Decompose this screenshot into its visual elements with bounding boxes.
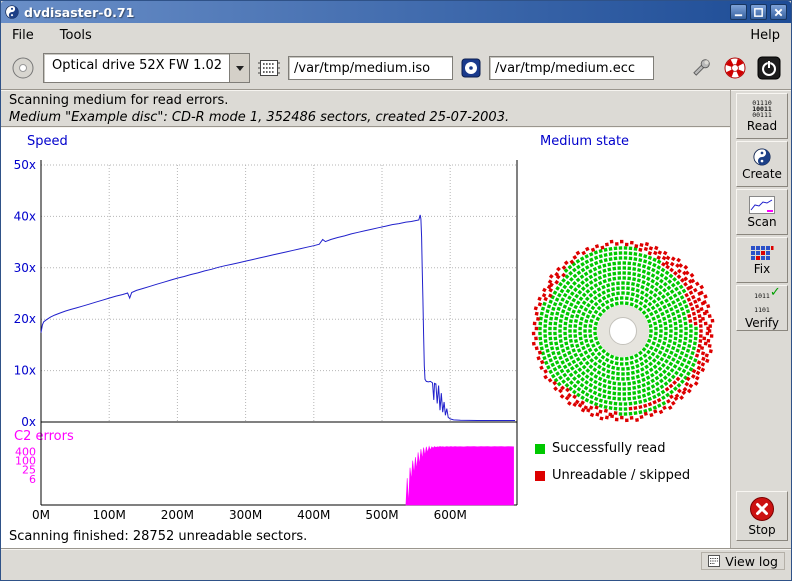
- maximize-icon: [753, 7, 764, 18]
- bottombar-separator: [1, 548, 792, 550]
- legend-swatch-read: [535, 444, 545, 454]
- menubar: File Tools Help: [1, 23, 791, 47]
- ecc-file-icon: [461, 58, 481, 78]
- close-icon: [773, 7, 784, 18]
- check-icon: ✓: [770, 285, 781, 300]
- log-icon: [708, 555, 720, 567]
- svg-text:100M: 100M: [93, 508, 126, 522]
- drive-eject-button[interactable]: [11, 56, 35, 80]
- legend-swatch-unreadable: [535, 471, 545, 481]
- legend-label-unreadable: Unreadable / skipped: [552, 468, 690, 483]
- scan-icon: [749, 196, 775, 214]
- fix-icon: [750, 245, 774, 261]
- menu-help[interactable]: Help: [747, 26, 783, 45]
- lifesaver-icon: [723, 56, 747, 80]
- svg-text:6: 6: [29, 473, 36, 486]
- app-window: dvdisaster-0.71 File Tools Help Opt: [0, 0, 792, 581]
- view-log-button[interactable]: View log: [701, 552, 785, 570]
- minimize-button[interactable]: [730, 4, 747, 20]
- window-title: dvdisaster-0.71: [24, 5, 134, 20]
- status-line-2: Medium "Example disc": CD-R mode 1, 3524…: [9, 110, 509, 125]
- scan-button-label: Scan: [747, 215, 776, 229]
- titlebar[interactable]: dvdisaster-0.71: [1, 1, 791, 23]
- svg-text:600M: 600M: [434, 508, 467, 522]
- svg-text:400M: 400M: [297, 508, 330, 522]
- legend-row-unreadable: Unreadable / skipped: [535, 468, 690, 483]
- power-icon: [757, 56, 781, 80]
- legend-row-read: Successfully read: [535, 441, 690, 456]
- drive-select[interactable]: Optical drive 52X FW 1.02: [43, 53, 250, 83]
- fix-button-label: Fix: [754, 262, 770, 276]
- iso-path-input[interactable]: [288, 56, 453, 80]
- help-button[interactable]: [723, 56, 747, 80]
- chevron-down-icon: [236, 66, 244, 71]
- ecc-path-input[interactable]: [489, 56, 654, 80]
- sidebar-separator: [730, 90, 731, 548]
- scan-result-text: Scanning finished: 28752 unreadable sect…: [9, 529, 307, 544]
- menu-file[interactable]: File: [9, 26, 37, 45]
- minimize-icon: [733, 7, 744, 18]
- svg-text:10x: 10x: [14, 364, 36, 378]
- toolbar-separator: [1, 89, 792, 91]
- toolbar: Optical drive 52X FW 1.02: [1, 47, 791, 89]
- svg-text:500M: 500M: [365, 508, 398, 522]
- maximize-button[interactable]: [750, 4, 767, 20]
- menu-tools[interactable]: Tools: [57, 26, 95, 45]
- create-button-label: Create: [742, 167, 782, 181]
- quit-button[interactable]: [757, 56, 781, 80]
- view-log-label: View log: [725, 554, 778, 569]
- drive-select-value: Optical drive 52X FW 1.02: [44, 54, 229, 82]
- close-button[interactable]: [770, 4, 787, 20]
- read-icon: 01110 10011 00111: [752, 100, 772, 118]
- svg-text:0x: 0x: [21, 415, 36, 429]
- wrench-icon: [689, 56, 713, 80]
- svg-text:300M: 300M: [229, 508, 262, 522]
- svg-text:200M: 200M: [161, 508, 194, 522]
- preferences-button[interactable]: [689, 56, 713, 80]
- verify-button-label: Verify: [745, 316, 779, 330]
- read-button[interactable]: 01110 10011 00111 Read: [736, 93, 788, 139]
- create-button[interactable]: Create: [736, 141, 788, 187]
- drive-select-dropdown[interactable]: [229, 54, 249, 82]
- svg-text:40x: 40x: [14, 209, 36, 223]
- app-icon: [5, 5, 19, 19]
- svg-text:20x: 20x: [14, 312, 36, 326]
- iso-file-icon: [258, 59, 280, 77]
- medium-state-legend: Successfully read Unreadable / skipped: [535, 441, 690, 495]
- read-button-label: Read: [747, 119, 777, 133]
- scan-button[interactable]: Scan: [736, 189, 788, 235]
- svg-text:0M: 0M: [32, 508, 50, 522]
- verify-icon: 1011 1101 ✓: [754, 287, 770, 315]
- svg-text:50x: 50x: [14, 158, 36, 172]
- create-icon: [753, 148, 771, 166]
- fix-button[interactable]: Fix: [736, 237, 788, 283]
- medium-state-disc: [528, 236, 718, 426]
- legend-label-read: Successfully read: [552, 441, 665, 456]
- stop-icon: [749, 496, 775, 522]
- disc-drive-icon: [11, 56, 35, 80]
- verify-button[interactable]: 1011 1101 ✓ Verify: [736, 285, 788, 331]
- svg-text:30x: 30x: [14, 261, 36, 275]
- stop-button-label: Stop: [748, 523, 775, 537]
- status-line-1: Scanning medium for read errors.: [9, 93, 228, 108]
- stop-button[interactable]: Stop: [736, 491, 788, 541]
- chart-panel: Speed Medium state C2 errors 0x10x20x30x…: [1, 128, 730, 548]
